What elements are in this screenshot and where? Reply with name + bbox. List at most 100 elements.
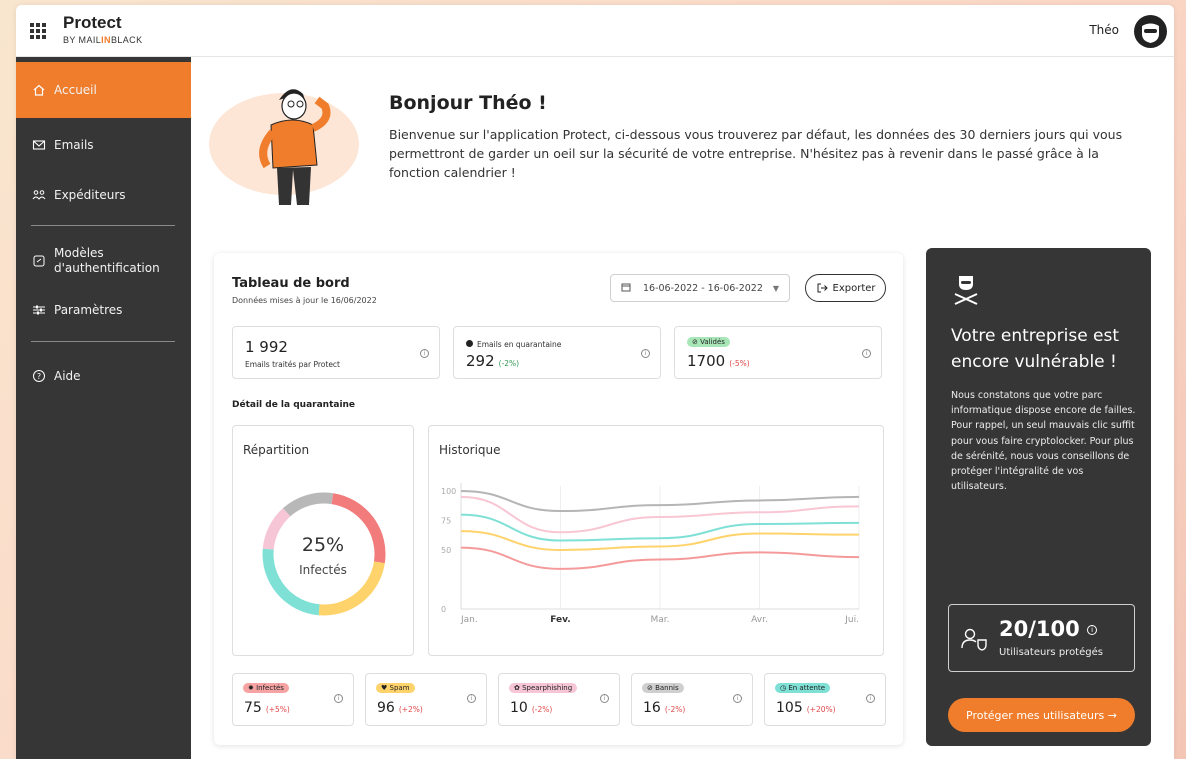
svg-text:?: ? [37, 372, 41, 381]
senders-icon [32, 188, 46, 202]
sidebar-item-emails[interactable]: Emails [16, 117, 191, 173]
vulnerable-title: Votre entreprise est encore vulnérable ! [951, 326, 1120, 372]
subtitle-suffix: BLACK [110, 35, 143, 45]
pending-badge: ◷ En attente [775, 683, 831, 693]
date-range-picker[interactable]: 16-06-2022 - 16-06-2022 ▼ [610, 274, 790, 302]
spearphishing-badge: ✿ Spearphishing [509, 683, 578, 693]
app-title: Protect [63, 13, 122, 32]
infected-badge: ✹ Infectés [243, 683, 289, 693]
category-value: 16 [643, 700, 661, 716]
user-name[interactable]: Théo [1089, 23, 1119, 37]
category-value: 105 [776, 700, 803, 716]
apps-grid-icon[interactable] [30, 23, 46, 39]
category-value-row: 75 (+5%) [244, 700, 290, 716]
chevron-down-icon: ▼ [772, 283, 780, 293]
line-chart: Jan. Fev. Mar. Avr. Jui. 0 50 75 100 [441, 483, 860, 625]
category-card-en-attente: ◷ En attente 105 (+20%) i [764, 673, 886, 726]
quarantine-detail-label: Détail de la quarantaine [232, 400, 356, 410]
badge-label: En attente [788, 684, 826, 692]
export-icon [817, 283, 828, 293]
user-shield-icon [961, 628, 987, 651]
avatar[interactable] [1134, 15, 1167, 48]
sidebar-item-modeles-authentification[interactable]: Modèles d'authentification [16, 233, 191, 289]
y-tick-label: 0 [441, 605, 446, 614]
protected-users-label: Utilisateurs protégés [999, 647, 1103, 658]
subtitle-in: IN [101, 35, 111, 45]
category-value-row: 10 (-2%) [510, 700, 552, 716]
sidebar-item-label: Accueil [54, 82, 97, 97]
info-icon[interactable]: i [467, 694, 476, 703]
badge-label: Validés [700, 338, 725, 346]
info-icon[interactable]: i [1087, 625, 1098, 635]
sidebar-item-label: Aide [54, 368, 81, 383]
stat-value: 1 992 [245, 338, 288, 356]
sidebar: Accueil Emails Expéditeurs Modèles d'aut… [16, 57, 191, 759]
category-delta: (+2%) [398, 705, 423, 714]
calendar-icon [621, 282, 631, 295]
category-value: 10 [510, 700, 528, 716]
quarantine-icon [466, 340, 473, 347]
sidebar-item-expediteurs[interactable]: Expéditeurs [16, 167, 191, 223]
info-icon[interactable]: i [334, 694, 343, 703]
mail-icon [32, 138, 46, 152]
subtitle-prefix: BY MAIL [63, 35, 102, 45]
badge-label: Bannis [655, 684, 679, 692]
category-value-row: 105 (+20%) [776, 700, 836, 716]
sidebar-item-label: Paramètres [54, 302, 123, 317]
auth-template-icon [32, 254, 46, 268]
category-card-infectes: ✹ Infectés 75 (+5%) i [232, 673, 354, 726]
y-tick-label: 75 [441, 517, 451, 526]
protect-users-button[interactable]: Protéger mes utilisateurs → [948, 698, 1135, 732]
dashboard-updated: Données mises à jour le 16/06/2022 [232, 296, 377, 305]
help-icon: ? [32, 369, 46, 383]
category-delta: (-2%) [531, 705, 553, 714]
home-icon [32, 83, 46, 97]
info-icon[interactable]: i [641, 349, 650, 358]
info-icon[interactable]: i [866, 694, 875, 703]
sidebar-item-label: Expéditeurs [54, 187, 126, 202]
skull-crossbones-icon [954, 276, 978, 305]
sidebar-divider [31, 225, 175, 226]
stat-value-row: 292 (-2%) [466, 352, 519, 370]
sidebar-divider [31, 341, 175, 342]
stat-card-processed: 1 992 Emails traités par Protect i [232, 326, 440, 379]
app-window: Protect BY MAILINBLACK Théo Accueil Emai… [16, 5, 1174, 759]
sidebar-item-label: Modèles d'authentification [54, 246, 160, 275]
banned-badge: ⊘ Bannis [642, 683, 684, 693]
man-looking-illustration [259, 89, 331, 205]
stat-card-quarantine: Emails en quarantaine 292 (-2%) i [453, 326, 661, 379]
info-icon[interactable]: i [600, 694, 609, 703]
historique-panel: Historique Jan. Fev. Mar. Avr. Jui. 0 50 75 100 [428, 425, 884, 656]
sidebar-item-parametres[interactable]: Paramètres [16, 282, 191, 338]
info-icon[interactable]: i [733, 694, 742, 703]
dashboard-card: Tableau de bord Données mises à jour le … [214, 253, 903, 745]
badge-label: Infectés [256, 684, 284, 692]
export-label: Exporter [832, 282, 876, 294]
info-icon[interactable]: i [420, 349, 429, 358]
y-tick-label: 100 [441, 487, 456, 496]
protected-users-count: 20/100 i [999, 617, 1098, 641]
sidebar-item-accueil[interactable]: Accueil [16, 62, 191, 118]
user-mask-icon [1142, 23, 1159, 43]
stat-label-text: Emails en quarantaine [477, 340, 562, 349]
app-logo[interactable]: Protect BY MAILINBLACK [63, 13, 142, 46]
spam-badge: ♥ Spam [376, 683, 415, 693]
category-card-spearphishing: ✿ Spearphishing 10 (-2%) i [498, 673, 620, 726]
welcome-title: Bonjour Théo ! [389, 92, 547, 114]
settings-sliders-icon [32, 303, 46, 317]
repartition-panel: Répartition 25% Infectés [232, 425, 414, 656]
stat-value: 1700 [687, 352, 726, 370]
stat-label: Emails traités par Protect [245, 360, 340, 369]
stat-label: Emails en quarantaine [466, 340, 561, 349]
sidebar-item-aide[interactable]: ? Aide [16, 348, 191, 404]
protected-users-value: 20/100 [999, 617, 1080, 641]
x-tick-label: Fev. [550, 615, 570, 625]
validated-badge: ⊘ Validés [687, 337, 730, 347]
info-icon[interactable]: i [862, 349, 871, 358]
y-tick-label: 50 [441, 546, 451, 555]
export-button[interactable]: Exporter [805, 274, 886, 302]
x-tick-label: Jan. [460, 615, 478, 625]
stat-delta: (-2%) [498, 359, 520, 368]
x-tick-label: Mar. [650, 615, 669, 625]
app-subtitle: BY MAILINBLACK [63, 35, 142, 45]
